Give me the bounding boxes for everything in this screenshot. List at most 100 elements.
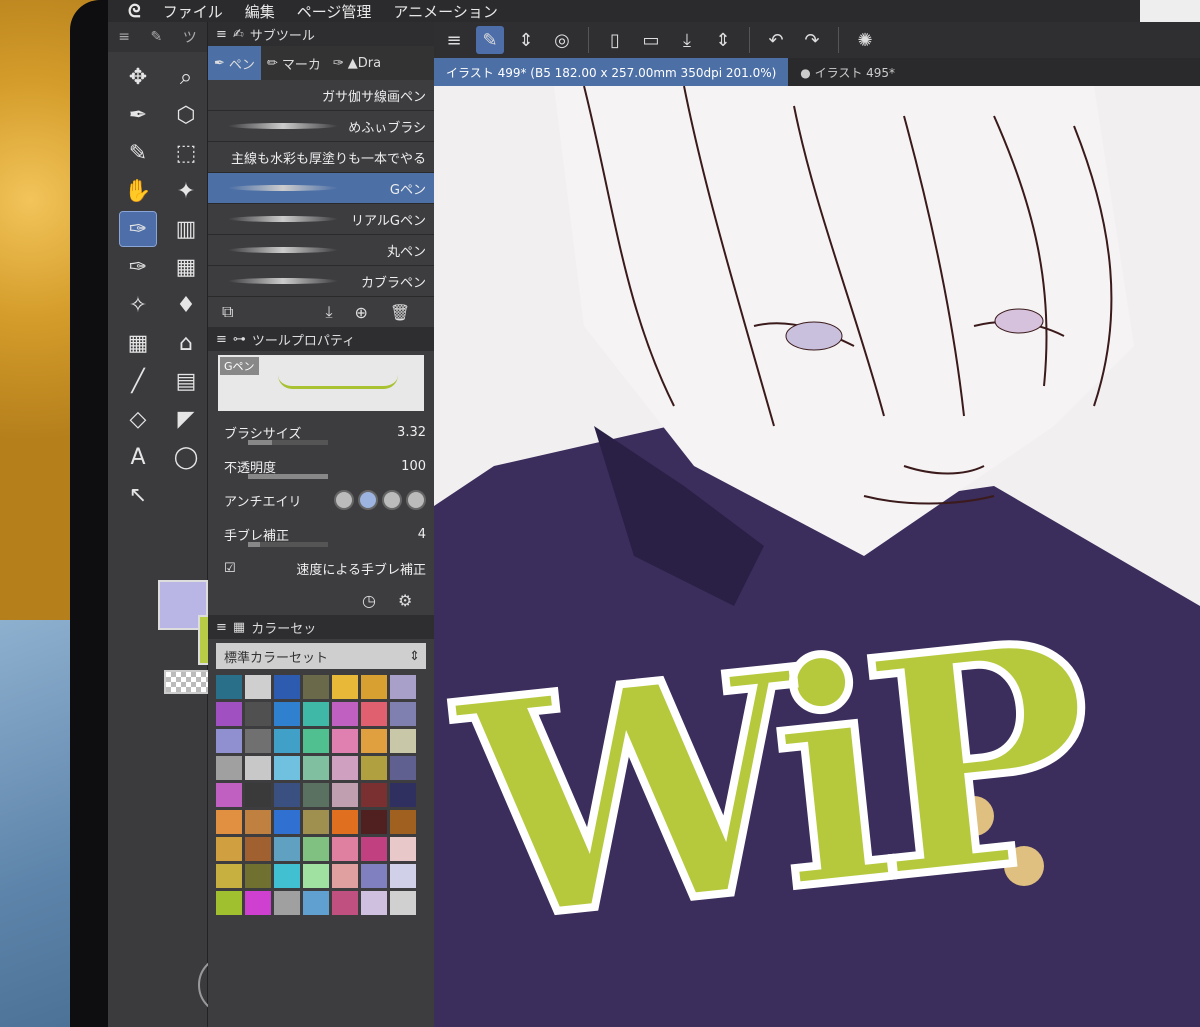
color-swatch[interactable] bbox=[274, 864, 300, 888]
pencil-tool-icon[interactable]: ✑ bbox=[120, 250, 156, 284]
color-swatch[interactable] bbox=[274, 756, 300, 780]
reset-icon[interactable]: ◷ bbox=[362, 591, 376, 610]
color-swatch[interactable] bbox=[361, 864, 387, 888]
color-swatch[interactable] bbox=[216, 783, 242, 807]
color-swatch[interactable] bbox=[361, 675, 387, 699]
menu-animation[interactable]: アニメーション bbox=[393, 1, 497, 22]
gradient-icon[interactable]: ▥ bbox=[168, 212, 204, 246]
color-swatch[interactable] bbox=[245, 891, 271, 915]
brush-item[interactable]: ガサ伽サ線画ペン bbox=[208, 80, 434, 111]
magic-wand-icon[interactable]: ✦ bbox=[168, 174, 204, 208]
brush-item[interactable]: リアルGペン bbox=[208, 204, 434, 235]
color-swatch[interactable] bbox=[332, 783, 358, 807]
import-icon[interactable]: ⤓ bbox=[325, 302, 332, 322]
color-swatch[interactable] bbox=[274, 783, 300, 807]
speed-stabilizer-row[interactable]: ☑ 速度による手ブレ補正 bbox=[208, 551, 434, 585]
brush-item[interactable]: カブラペン bbox=[208, 266, 434, 297]
color-swatch[interactable] bbox=[361, 837, 387, 861]
color-swatch[interactable] bbox=[332, 837, 358, 861]
antialias-row[interactable]: アンチエイリ bbox=[208, 483, 434, 517]
color-swatch[interactable] bbox=[274, 675, 300, 699]
trash-icon[interactable]: 🗑 bbox=[390, 303, 410, 322]
color-swatch[interactable] bbox=[332, 729, 358, 753]
color-swatch[interactable] bbox=[332, 891, 358, 915]
color-swatch[interactable] bbox=[361, 756, 387, 780]
fill-icon[interactable]: ⌂ bbox=[168, 326, 204, 360]
open-icon[interactable]: ▭ bbox=[637, 26, 665, 54]
menu-icon[interactable]: ≡ bbox=[440, 26, 468, 54]
color-swatch[interactable] bbox=[390, 729, 416, 753]
eraser-icon[interactable]: ◇ bbox=[120, 402, 156, 436]
menu-file[interactable]: ファイル bbox=[163, 1, 223, 22]
brush-item[interactable]: めふぃブラシ bbox=[208, 111, 434, 142]
tab-illust-495[interactable]: ● イラスト 495* bbox=[788, 58, 907, 86]
stabilizer-row[interactable]: 手ブレ補正 4 bbox=[208, 517, 434, 551]
pen-tool-icon[interactable]: ✑ bbox=[119, 211, 157, 247]
wrench-icon[interactable]: ⚙ bbox=[398, 591, 412, 610]
panel-menu-icon[interactable]: ≡ bbox=[216, 620, 227, 635]
color-swatch[interactable] bbox=[245, 702, 271, 726]
tab-pen[interactable]: ✒ ペン bbox=[208, 46, 261, 80]
new-doc-icon[interactable]: ▯ bbox=[601, 26, 629, 54]
color-swatch[interactable] bbox=[390, 837, 416, 861]
text-icon[interactable]: A bbox=[120, 440, 156, 474]
balloon-icon[interactable]: ◯ bbox=[168, 440, 204, 474]
tool-tab-label[interactable]: ツ bbox=[183, 27, 197, 47]
panel-menu-icon[interactable]: ≡ bbox=[216, 332, 227, 347]
color-swatch[interactable] bbox=[245, 837, 271, 861]
color-swatch[interactable] bbox=[390, 756, 416, 780]
color-swatch[interactable] bbox=[361, 810, 387, 834]
color-swatch[interactable] bbox=[303, 864, 329, 888]
color-swatch[interactable] bbox=[390, 702, 416, 726]
opacity-slider[interactable] bbox=[248, 474, 328, 479]
updown-icon[interactable]: ⇕ bbox=[512, 26, 540, 54]
color-swatch[interactable] bbox=[390, 675, 416, 699]
color-swatch[interactable] bbox=[390, 891, 416, 915]
color-swatch[interactable] bbox=[245, 729, 271, 753]
color-swatch[interactable] bbox=[332, 810, 358, 834]
brush-item[interactable]: 丸ペン bbox=[208, 235, 434, 266]
color-swatch[interactable] bbox=[361, 783, 387, 807]
color-swatch[interactable] bbox=[274, 702, 300, 726]
line-icon[interactable]: ╱ bbox=[120, 364, 156, 398]
drawing-canvas[interactable]: WiP bbox=[434, 86, 1200, 1027]
colorset-select[interactable]: 標準カラーセット ⇕ bbox=[216, 643, 426, 669]
color-swatch[interactable] bbox=[274, 729, 300, 753]
menu-page[interactable]: ページ管理 bbox=[297, 1, 372, 22]
opacity-value[interactable]: 100 bbox=[401, 459, 426, 474]
color-swatch[interactable] bbox=[216, 864, 242, 888]
color-swatch[interactable] bbox=[274, 837, 300, 861]
color-swatch[interactable] bbox=[245, 675, 271, 699]
brush-size-slider[interactable] bbox=[248, 440, 328, 445]
app-logo-icon[interactable]: ᘓ bbox=[128, 1, 141, 22]
undo-icon[interactable]: ↶ bbox=[762, 26, 790, 54]
zoom-icon[interactable]: ⌕ bbox=[168, 60, 204, 94]
color-swatch[interactable] bbox=[303, 837, 329, 861]
color-swatch[interactable] bbox=[390, 783, 416, 807]
ruler-icon[interactable]: ◤ bbox=[168, 402, 204, 436]
color-swatch[interactable] bbox=[303, 702, 329, 726]
hand-icon[interactable]: ✋ bbox=[120, 174, 156, 208]
antialias-options[interactable] bbox=[334, 490, 426, 510]
color-swatch[interactable] bbox=[216, 702, 242, 726]
color-swatch[interactable] bbox=[332, 675, 358, 699]
color-swatch[interactable] bbox=[216, 729, 242, 753]
speed-stabilizer-checkbox[interactable]: ☑ bbox=[224, 561, 236, 576]
correct-line-icon[interactable]: ↖ bbox=[120, 478, 156, 512]
stabilizer-slider[interactable] bbox=[248, 542, 328, 547]
brush-size-row[interactable]: ブラシサイズ 3.32 bbox=[208, 415, 434, 449]
grid-icon[interactable]: ▦ bbox=[120, 326, 156, 360]
palette-menu-icon[interactable]: ≡ bbox=[118, 29, 130, 45]
color-swatch[interactable] bbox=[245, 783, 271, 807]
color-swatch[interactable] bbox=[303, 729, 329, 753]
panel-menu-icon[interactable]: ≡ bbox=[216, 27, 227, 42]
color-swatch[interactable] bbox=[216, 810, 242, 834]
color-swatch[interactable] bbox=[245, 864, 271, 888]
menu-edit[interactable]: 編集 bbox=[245, 1, 275, 22]
brush-item[interactable]: 主線も水彩も厚塗りも一本でやる bbox=[208, 142, 434, 173]
color-swatch[interactable] bbox=[216, 837, 242, 861]
aa-weak-icon[interactable] bbox=[358, 490, 378, 510]
tab-illust-499[interactable]: イラスト 499* (B5 182.00 x 257.00mm 350dpi 2… bbox=[434, 58, 789, 86]
color-swatch[interactable] bbox=[216, 891, 242, 915]
color-swatch[interactable] bbox=[332, 864, 358, 888]
